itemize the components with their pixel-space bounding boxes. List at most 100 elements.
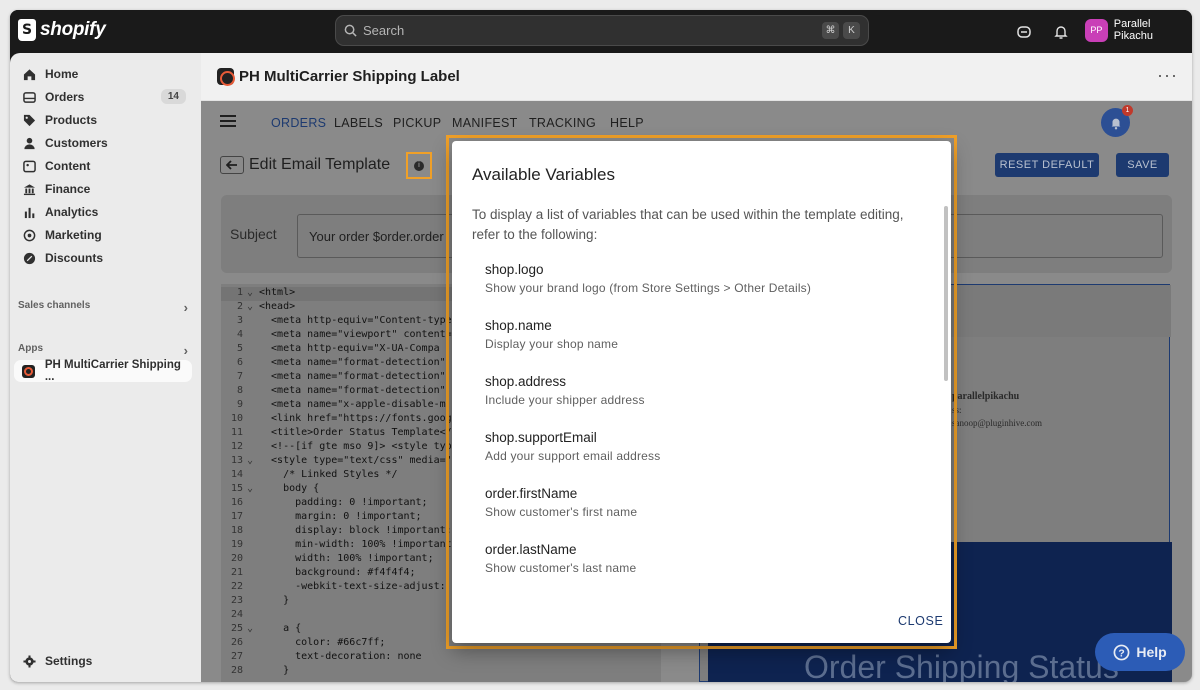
fold-chevron-icon[interactable] <box>247 525 259 539</box>
help-button[interactable]: ? Help <box>1095 633 1185 671</box>
sales-channels-section[interactable]: Sales channels › <box>18 300 188 315</box>
fold-chevron-icon[interactable] <box>247 315 259 329</box>
fold-chevron-icon[interactable] <box>247 567 259 581</box>
menu-help[interactable]: HELP <box>610 116 644 130</box>
code-text: margin: 0 !important; <box>259 511 422 522</box>
sidebar-item-content[interactable]: Content <box>14 155 192 177</box>
fold-chevron-icon[interactable]: ⌄ <box>247 623 259 637</box>
fold-chevron-icon[interactable] <box>247 427 259 441</box>
notification-count-badge: 1 <box>1122 105 1133 116</box>
fold-chevron-icon[interactable] <box>247 539 259 553</box>
sidebar-item-ph-multicarrier[interactable]: PH MultiCarrier Shipping ... <box>14 359 192 383</box>
fold-chevron-icon[interactable] <box>247 511 259 525</box>
sidebar-item-label: Analytics <box>45 205 99 219</box>
code-line[interactable]: 28 } <box>221 665 661 679</box>
search-bar[interactable]: Search ⌘ K <box>335 15 869 46</box>
info-icon: i <box>414 160 424 171</box>
chevron-right-icon: › <box>183 300 188 315</box>
fold-chevron-icon[interactable] <box>247 343 259 357</box>
menu-manifest[interactable]: MANIFEST <box>452 116 518 130</box>
line-number: 20 <box>230 553 243 564</box>
fold-chevron-icon[interactable] <box>247 399 259 413</box>
sidebar-item-settings[interactable]: Settings <box>14 650 192 672</box>
fold-chevron-icon[interactable] <box>247 581 259 595</box>
sidebar-item-label: PH MultiCarrier Shipping ... <box>44 359 181 383</box>
subject-label: Subject <box>230 226 277 242</box>
line-number: 18 <box>230 525 243 536</box>
dialog-scrollbar[interactable] <box>944 206 948 381</box>
close-button[interactable]: CLOSE <box>898 614 943 628</box>
bell-icon[interactable] <box>1051 22 1071 42</box>
back-button[interactable] <box>220 156 244 174</box>
sidebar-item-products[interactable]: Products <box>14 109 192 131</box>
line-number: 6 <box>236 357 243 368</box>
fold-chevron-icon[interactable] <box>247 637 259 651</box>
sidebar-item-label: Marketing <box>45 228 102 242</box>
fold-chevron-icon[interactable] <box>247 385 259 399</box>
code-text: padding: 0 !important; <box>259 497 428 508</box>
sidebar-item-home[interactable]: Home <box>14 63 192 85</box>
sidebar-item-label: Products <box>45 113 98 127</box>
sidebar-item-label: Content <box>45 159 91 173</box>
sidebar-item-analytics[interactable]: Analytics <box>14 201 192 223</box>
info-button-highlight[interactable]: i <box>406 152 432 179</box>
user-name: Parallel Pikachu <box>1113 18 1153 42</box>
line-number: 16 <box>230 497 243 508</box>
sidebar-item-label: Customers <box>45 136 108 150</box>
variable-name: shop.address <box>485 374 567 389</box>
fold-chevron-icon[interactable] <box>247 497 259 511</box>
menu-tracking[interactable]: TRACKING <box>529 116 596 130</box>
shopify-logo[interactable]: shopify <box>18 19 106 41</box>
avatar: PP <box>1085 18 1108 42</box>
sidekick-icon[interactable] <box>1014 22 1034 42</box>
sidebar-item-discounts[interactable]: Discounts <box>14 247 192 269</box>
sidebar-item-marketing[interactable]: Marketing <box>14 224 192 246</box>
menu-labels[interactable]: LABELS <box>334 116 383 130</box>
svg-text:?: ? <box>1119 648 1125 659</box>
variable-description: Show customer's first name <box>485 505 638 519</box>
hamburger-menu-icon[interactable] <box>220 115 236 130</box>
line-number: 4 <box>236 329 243 340</box>
fold-chevron-icon[interactable] <box>247 595 259 609</box>
fold-chevron-icon[interactable] <box>247 413 259 427</box>
apps-section[interactable]: Apps › <box>18 343 188 358</box>
line-number: 22 <box>230 581 243 592</box>
help-label: Help <box>1136 644 1167 660</box>
line-number: 24 <box>230 609 243 620</box>
line-number: 19 <box>230 539 243 550</box>
reset-default-button[interactable]: RESET DEFAULT <box>995 153 1099 177</box>
menu-orders[interactable]: ORDERS <box>271 116 326 130</box>
user-menu[interactable]: PP Parallel Pikachu <box>1085 18 1192 42</box>
line-number: 17 <box>230 511 243 522</box>
more-options-icon[interactable]: ··· <box>1157 65 1178 86</box>
fold-chevron-icon[interactable]: ⌄ <box>247 455 259 469</box>
fold-chevron-icon[interactable] <box>247 651 259 665</box>
line-number: 9 <box>236 399 243 410</box>
fold-chevron-icon[interactable] <box>247 469 259 483</box>
sidebar-item-customers[interactable]: Customers <box>14 132 192 154</box>
variable-name: shop.logo <box>485 262 544 277</box>
variable-description: Add your support email address <box>485 449 661 463</box>
sidebar-item-finance[interactable]: Finance <box>14 178 192 200</box>
fold-chevron-icon[interactable]: ⌄ <box>247 483 259 497</box>
fold-chevron-icon[interactable] <box>247 609 259 623</box>
code-line[interactable]: 27 text-decoration: none <box>221 651 661 665</box>
tag-icon <box>21 112 37 128</box>
code-text: <link href="https://fonts.googleap <box>259 413 476 424</box>
sidebar-item-orders[interactable]: Orders 14 <box>14 86 192 108</box>
menu-pickup[interactable]: PICKUP <box>393 116 441 130</box>
fold-chevron-icon[interactable] <box>247 371 259 385</box>
section-label: Sales channels <box>18 300 91 311</box>
fold-chevron-icon[interactable] <box>247 441 259 455</box>
fold-chevron-icon[interactable] <box>247 357 259 371</box>
line-number: 25 <box>230 623 243 634</box>
fold-chevron-icon[interactable] <box>247 553 259 567</box>
fold-chevron-icon[interactable] <box>247 329 259 343</box>
question-icon: ? <box>1113 644 1130 660</box>
sidebar-item-label: Finance <box>45 182 91 196</box>
code-text: } <box>259 665 290 676</box>
fold-chevron-icon[interactable]: ⌄ <box>247 301 259 315</box>
fold-chevron-icon[interactable] <box>247 665 259 679</box>
save-button[interactable]: SAVE <box>1116 153 1169 177</box>
fold-chevron-icon[interactable]: ⌄ <box>247 287 259 301</box>
